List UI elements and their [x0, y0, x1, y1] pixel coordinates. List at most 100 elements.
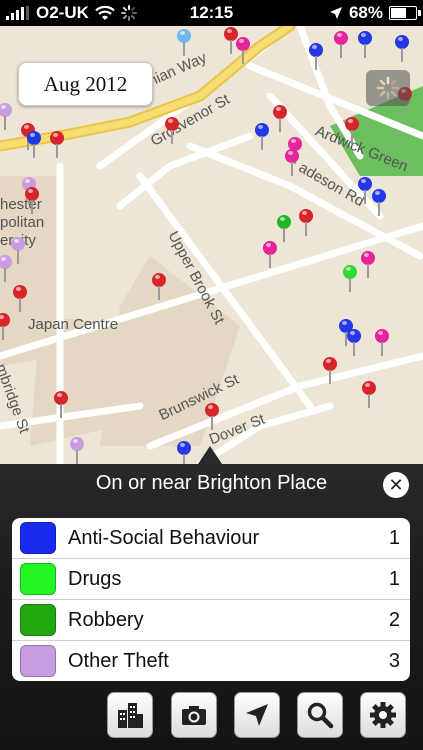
crime-pin[interactable]	[285, 149, 299, 176]
pin-highlight	[16, 287, 21, 291]
pin-highlight	[337, 33, 342, 37]
pin-highlight	[346, 267, 351, 271]
bottom-toolbar	[0, 692, 423, 742]
settings-button[interactable]	[360, 692, 406, 738]
loading-spinner-icon	[376, 76, 400, 100]
street-label: politan	[0, 214, 45, 231]
crime-category: Robbery	[68, 608, 144, 631]
pin-highlight	[302, 211, 307, 215]
search-icon	[307, 702, 334, 729]
date-label: Aug 2012	[43, 71, 128, 96]
crime-count: 1	[388, 526, 400, 549]
crime-pin[interactable]	[11, 237, 25, 264]
street-label: Japan Centre	[28, 316, 119, 333]
locate-me-button[interactable]	[234, 692, 280, 738]
crime-pin[interactable]	[177, 29, 191, 56]
date-selector-button[interactable]: Aug 2012	[18, 62, 153, 106]
crime-pin[interactable]	[236, 37, 250, 64]
crime-pin[interactable]	[347, 329, 361, 356]
crime-list: Anti-Social Behaviour 1 Drugs 1 Robbery …	[12, 518, 410, 681]
crime-pin[interactable]	[54, 391, 68, 418]
crime-pin[interactable]	[358, 31, 372, 58]
color-swatch	[20, 563, 56, 595]
pin-highlight	[266, 243, 271, 247]
pin-highlight	[288, 151, 293, 155]
crime-pin[interactable]	[25, 187, 39, 214]
pin-highlight	[180, 443, 185, 447]
crime-pin[interactable]	[205, 403, 219, 430]
crime-map[interactable]: Mancunian Way Grosvenor St Ardwick Green…	[0, 26, 423, 464]
crime-pin[interactable]	[309, 43, 323, 70]
crime-pin[interactable]	[27, 131, 41, 158]
battery-icon	[389, 6, 421, 20]
pin-highlight	[342, 321, 347, 325]
pin-highlight	[53, 133, 58, 137]
battery-level-fill	[391, 8, 406, 18]
pin-highlight	[239, 39, 244, 43]
pin-highlight	[361, 33, 366, 37]
gear-icon	[370, 702, 396, 728]
list-item[interactable]: Robbery 2	[12, 599, 410, 640]
pin-highlight	[291, 139, 296, 143]
crime-pin[interactable]	[395, 35, 409, 62]
location-arrow-icon	[246, 704, 268, 726]
pin-highlight	[24, 125, 29, 129]
pin-highlight	[364, 253, 369, 257]
crime-pin[interactable]	[362, 381, 376, 408]
crime-pin[interactable]	[50, 131, 64, 158]
crime-pin[interactable]	[299, 209, 313, 236]
crime-pin[interactable]	[177, 441, 191, 464]
crime-pin[interactable]	[152, 273, 166, 300]
camera-icon	[182, 706, 206, 725]
color-swatch	[20, 645, 56, 677]
buildings-icon	[118, 703, 143, 728]
pin-highlight	[168, 119, 173, 123]
crime-pin[interactable]	[372, 189, 386, 216]
pin-highlight	[73, 439, 78, 443]
pin-highlight	[227, 29, 232, 33]
pin-highlight	[398, 37, 403, 41]
close-button[interactable]: ✕	[383, 472, 409, 498]
crime-count: 3	[388, 649, 400, 672]
pin-highlight	[326, 359, 331, 363]
refresh-button[interactable]	[366, 70, 410, 106]
crime-pin[interactable]	[375, 329, 389, 356]
list-item[interactable]: Anti-Social Behaviour 1	[12, 518, 410, 558]
pin-highlight	[155, 275, 160, 279]
camera-button[interactable]	[171, 692, 217, 738]
crime-pin[interactable]	[358, 177, 372, 204]
list-item[interactable]: Other Theft 3	[12, 640, 410, 681]
crime-pin[interactable]	[263, 241, 277, 268]
pin-highlight	[14, 239, 19, 243]
pin-highlight	[28, 189, 33, 193]
crime-pin[interactable]	[70, 437, 84, 464]
crime-pin[interactable]	[13, 285, 27, 312]
close-icon: ✕	[388, 474, 404, 495]
pin-highlight	[361, 179, 366, 183]
search-button[interactable]	[297, 692, 343, 738]
crime-count: 2	[388, 608, 400, 631]
crime-pin[interactable]	[277, 215, 291, 242]
crime-count: 1	[388, 567, 400, 590]
crime-pin[interactable]	[343, 265, 357, 292]
crime-pin[interactable]	[334, 31, 348, 58]
crime-pin[interactable]	[361, 251, 375, 278]
pin-highlight	[378, 331, 383, 335]
crime-category: Anti-Social Behaviour	[68, 526, 260, 549]
crime-pin[interactable]	[165, 117, 179, 144]
crime-pin[interactable]	[345, 117, 359, 144]
color-swatch	[20, 522, 56, 554]
crime-category: Other Theft	[68, 649, 169, 672]
crime-pin[interactable]	[255, 123, 269, 150]
status-time: 12:15	[189, 3, 234, 22]
pin-highlight	[57, 393, 62, 397]
pin-highlight	[1, 105, 6, 109]
pin-highlight	[276, 107, 281, 111]
buildings-button[interactable]	[107, 692, 153, 738]
crime-pin[interactable]	[323, 357, 337, 384]
crime-pin[interactable]	[273, 105, 287, 132]
list-item[interactable]: Drugs 1	[12, 558, 410, 599]
pin-highlight	[25, 179, 30, 183]
pin-highlight	[258, 125, 263, 129]
crime-pin[interactable]	[224, 27, 238, 54]
